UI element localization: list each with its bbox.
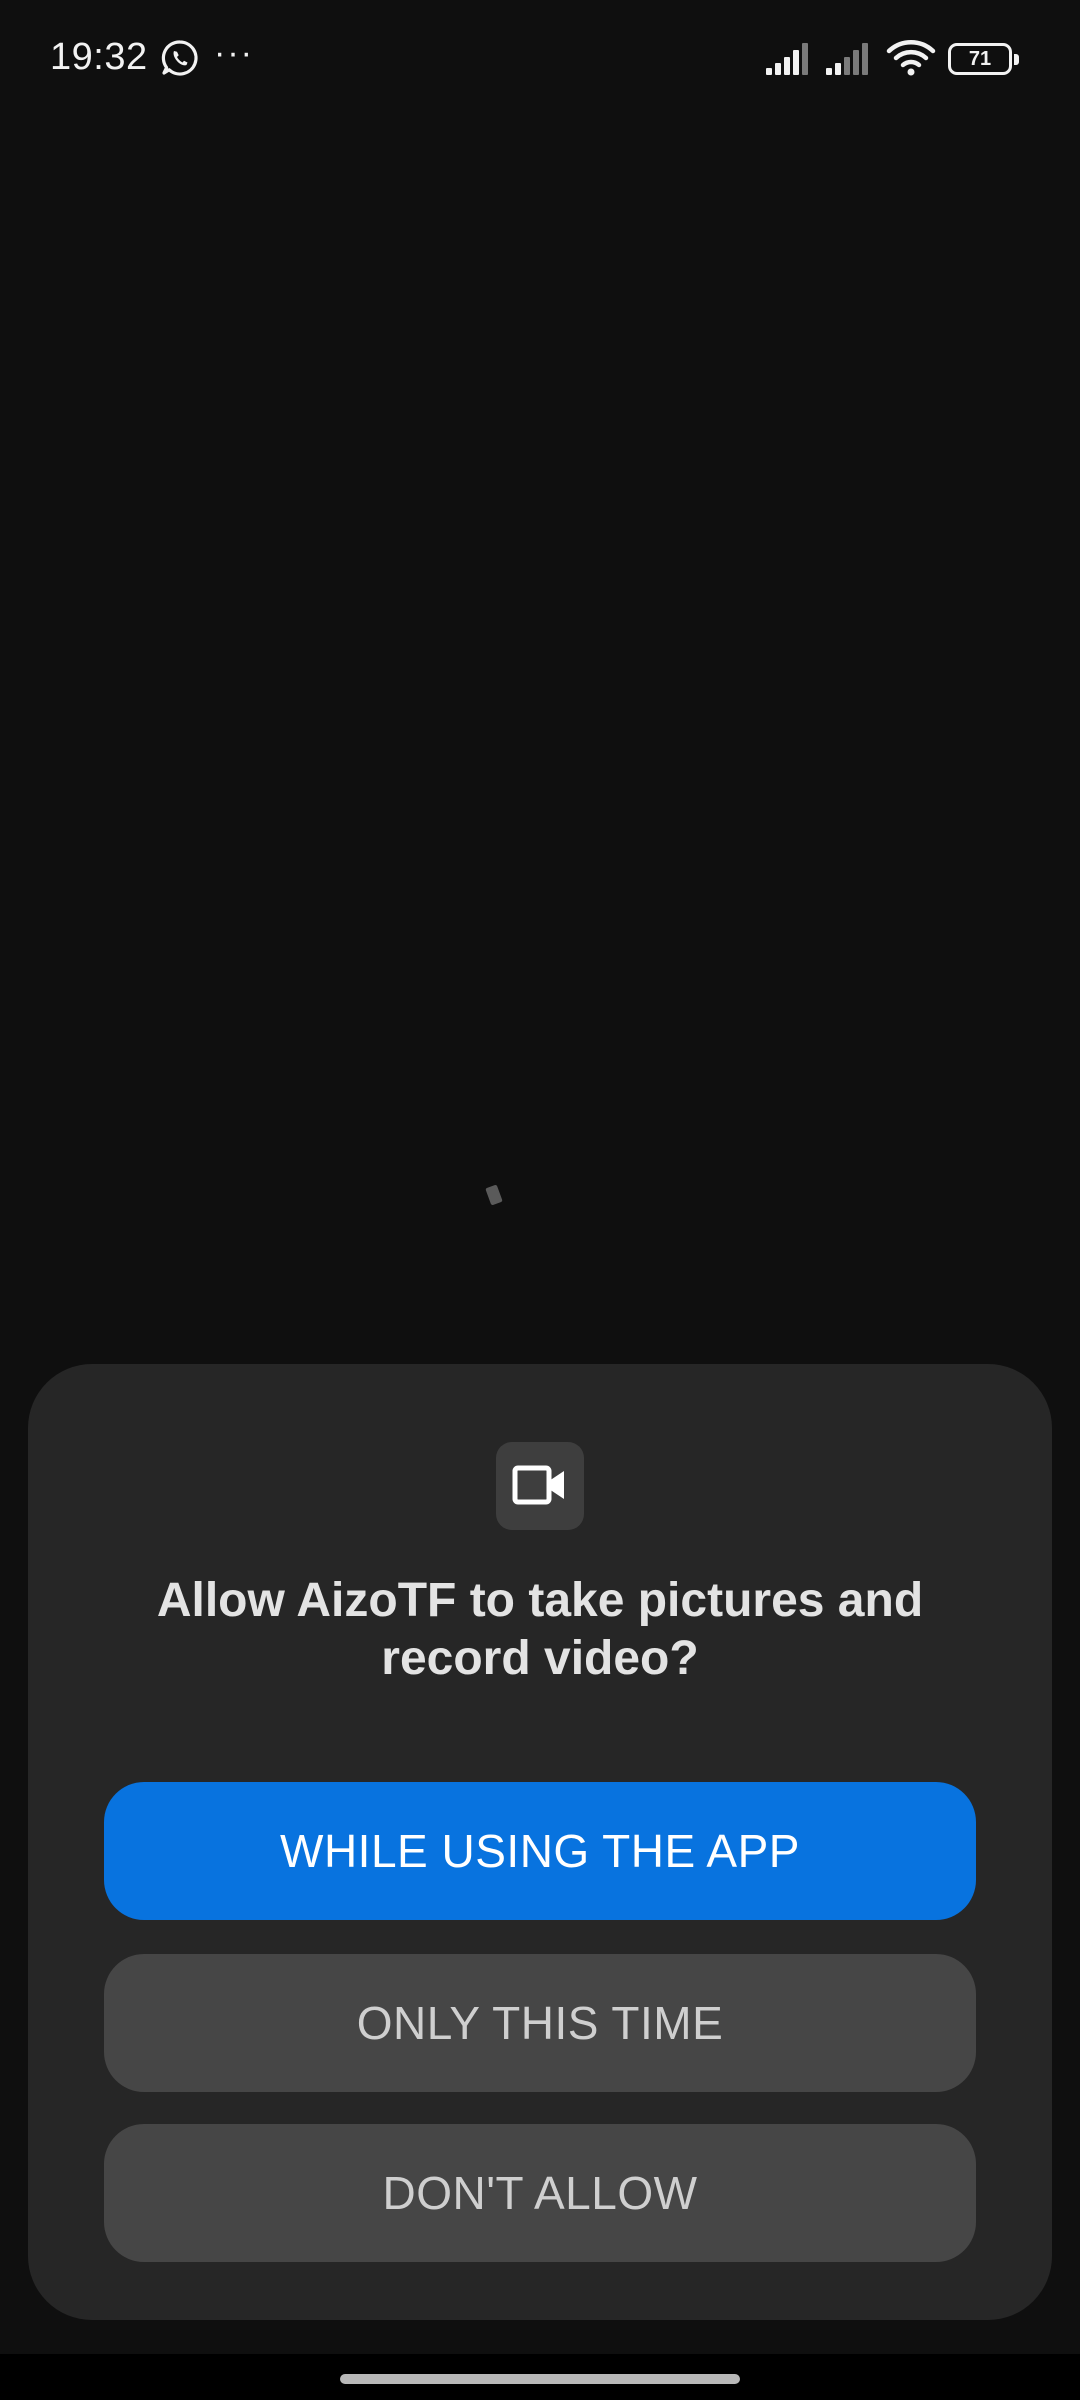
status-bar: 19:32 ··· 71 <box>0 0 1080 120</box>
only-this-time-button[interactable]: ONLY THIS TIME <box>104 1954 976 2092</box>
while-using-app-button[interactable]: WHILE USING THE APP <box>104 1782 976 1920</box>
video-camera-icon <box>496 1442 584 1530</box>
status-time: 19:32 <box>50 36 148 78</box>
battery-icon: 71 <box>948 43 1019 75</box>
dont-allow-button[interactable]: DON'T ALLOW <box>104 2124 976 2262</box>
navigation-bar <box>0 2354 1080 2400</box>
screen: 19:32 ··· 71 Allow AizoTF to take pictur… <box>0 0 1080 2400</box>
signal-icon <box>764 40 816 76</box>
permission-dialog: Allow AizoTF to take pictures and record… <box>28 1364 1052 2320</box>
battery-level: 71 <box>968 48 992 70</box>
loading-indicator <box>485 1184 503 1206</box>
whatsapp-icon <box>160 38 200 78</box>
signal-icon <box>824 40 876 76</box>
wifi-icon <box>886 38 936 78</box>
home-gesture-handle[interactable] <box>340 2374 740 2384</box>
more-notifications-icon: ··· <box>214 34 254 72</box>
dialog-title: Allow AizoTF to take pictures and record… <box>156 1574 924 1685</box>
